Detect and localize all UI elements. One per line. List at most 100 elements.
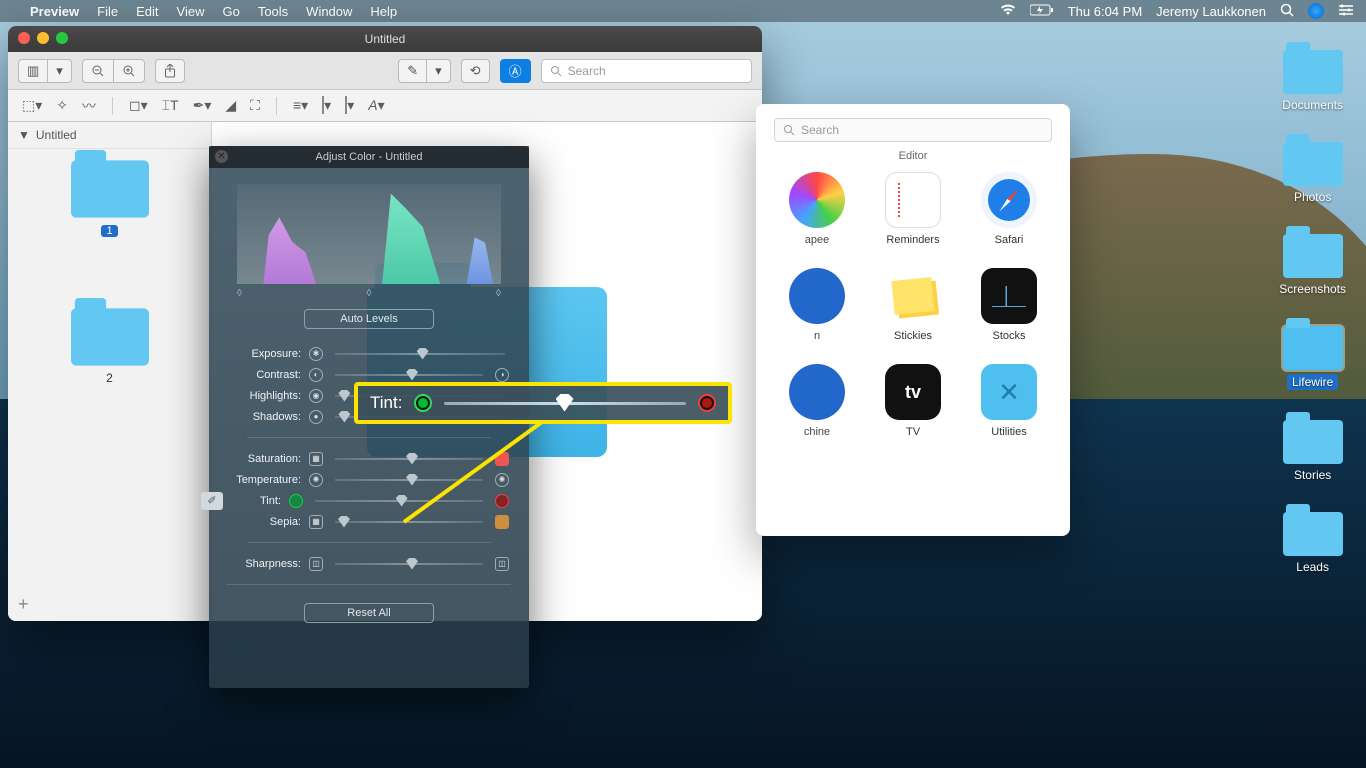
app-utilities[interactable]: Utilities [981,364,1037,438]
contrast-slider[interactable] [335,374,483,376]
page-thumbnail-1[interactable]: 1 [8,167,211,237]
saturation-slider[interactable] [335,458,483,460]
zoom-out-button[interactable] [82,59,114,83]
desktop-folder-stories[interactable]: Stories [1283,420,1343,482]
menu-window[interactable]: Window [306,4,352,19]
sharpness-high-icon: ◫ [495,557,509,571]
tint-slider[interactable] [315,500,483,502]
menu-help[interactable]: Help [370,4,397,19]
sepia-slider[interactable] [335,521,483,523]
app-icon [885,364,941,420]
search-icon [783,124,795,136]
menu-view[interactable]: View [177,4,205,19]
desktop-folder-leads[interactable]: Leads [1283,512,1343,574]
fill-color-icon[interactable]: ▾ [345,97,354,114]
panel-title: Adjust Color - Untitled [316,151,423,163]
window-titlebar[interactable]: Untitled [8,26,762,52]
markup-button[interactable]: Ⓐ [500,59,531,83]
exposure-icon: ✱ [309,347,323,361]
levels-handles[interactable]: ◊◊◊ [237,288,501,299]
text-tool-icon[interactable]: ⌶T [162,97,179,114]
app-timemachine-partial[interactable]: chine [789,364,845,438]
menu-file[interactable]: File [97,4,118,19]
window-close-button[interactable] [18,32,30,44]
app-icon [981,268,1037,324]
adjust-color-icon[interactable]: ◢ [225,97,236,114]
spotlight-icon[interactable] [1280,3,1294,20]
menu-go[interactable]: Go [222,4,239,19]
markup-toolbar: ⬚▾ ✧ 〰 ◻▾ ⌶T ✒▾ ◢ ⛶ ≡▾ ▾ ▾ A▾ [8,90,762,122]
auto-levels-button[interactable]: Auto Levels [304,309,434,329]
desktop-folder-screenshots[interactable]: Screenshots [1279,234,1346,296]
add-page-button[interactable]: + [8,588,211,621]
picker-search[interactable]: Search [774,118,1052,142]
preview-toolbar: ▥ ▾ ✎ ▾ ⟲ Ⓐ Search [8,52,762,90]
instant-alpha-icon[interactable]: ✧ [56,97,68,114]
shapes-tool-icon[interactable]: ◻▾ [129,97,148,114]
tint-green-icon [289,494,303,508]
temperature-slider[interactable] [335,479,483,481]
app-icon [981,364,1037,420]
app-stocks[interactable]: Stocks [981,268,1037,342]
menu-tools[interactable]: Tools [258,4,288,19]
page-thumbnail-2[interactable]: 2 [8,315,211,385]
battery-icon[interactable] [1030,3,1054,19]
menubar-clock[interactable]: Thu 6:04 PM [1068,4,1142,19]
tint-green-dot-icon [414,394,432,412]
desktop-folder-photos[interactable]: Photos [1283,142,1343,204]
disclosure-icon: ▼ [18,128,30,142]
app-menu[interactable]: Preview [30,4,79,19]
app-stickies[interactable]: Stickies [885,268,941,342]
app-grapher-partial[interactable]: apee [789,172,845,246]
siri-icon[interactable] [1308,3,1324,19]
desktop-folder-lifewire[interactable]: Lifewire [1283,326,1343,390]
font-style-icon[interactable]: A▾ [368,97,384,114]
control-center-icon[interactable] [1338,3,1354,19]
callout-slider [444,402,686,405]
view-mode-menu[interactable]: ▾ [48,59,72,83]
menu-edit[interactable]: Edit [136,4,158,19]
toolbar-search[interactable]: Search [541,59,752,83]
desktop-folder-documents[interactable]: Documents [1282,50,1343,112]
sign-tool-icon[interactable]: ✒▾ [193,97,212,114]
highlight-button[interactable]: ✎ [398,59,427,83]
folder-icon [1283,420,1343,464]
app-icon [885,268,941,324]
contrast-high-icon: ◑ [495,368,509,382]
window-zoom-button[interactable] [56,32,68,44]
folder-icon [1283,326,1343,370]
adjust-color-titlebar[interactable]: ✕ Adjust Color - Untitled [209,146,529,168]
tint-row: ✐Tint: [229,490,509,511]
tint-callout-annotation: Tint: [354,382,732,424]
app-reminders[interactable]: Reminders [885,172,941,246]
window-title: Untitled [365,32,406,46]
saturation-high-icon [495,452,509,466]
eyedropper-button[interactable]: ✐ [201,492,223,510]
share-button[interactable] [155,59,185,83]
reset-all-button[interactable]: Reset All [304,603,434,623]
app-icon [789,268,845,324]
sketch-tool-icon[interactable]: 〰 [82,96,96,116]
border-color-icon[interactable]: ▾ [322,97,331,114]
view-mode-button[interactable]: ▥ [18,59,48,83]
tint-red-dot-icon [698,394,716,412]
rotate-button[interactable]: ⟲ [461,59,490,83]
line-style-icon[interactable]: ≡▾ [293,97,308,114]
panel-close-button[interactable]: ✕ [215,150,228,163]
sharpness-slider[interactable] [335,563,483,565]
app-tv[interactable]: TV [885,364,941,438]
adjust-size-icon[interactable]: ⛶ [250,97,260,114]
app-safari[interactable]: Safari [981,172,1037,246]
zoom-in-button[interactable] [114,59,145,83]
saturation-low-icon: ▦ [309,452,323,466]
sidebar-header[interactable]: ▼Untitled [8,122,211,149]
sharpness-row: Sharpness:◫◫ [229,553,509,574]
selection-tool-icon[interactable]: ⬚▾ [22,97,42,114]
window-minimize-button[interactable] [37,32,49,44]
app-partial-n[interactable]: n [789,268,845,342]
menubar-user[interactable]: Jeremy Laukkonen [1156,4,1266,19]
wifi-icon[interactable] [1000,3,1016,19]
cool-icon: ✺ [309,473,323,487]
exposure-slider[interactable] [335,353,505,355]
highlight-menu[interactable]: ▾ [427,59,451,83]
